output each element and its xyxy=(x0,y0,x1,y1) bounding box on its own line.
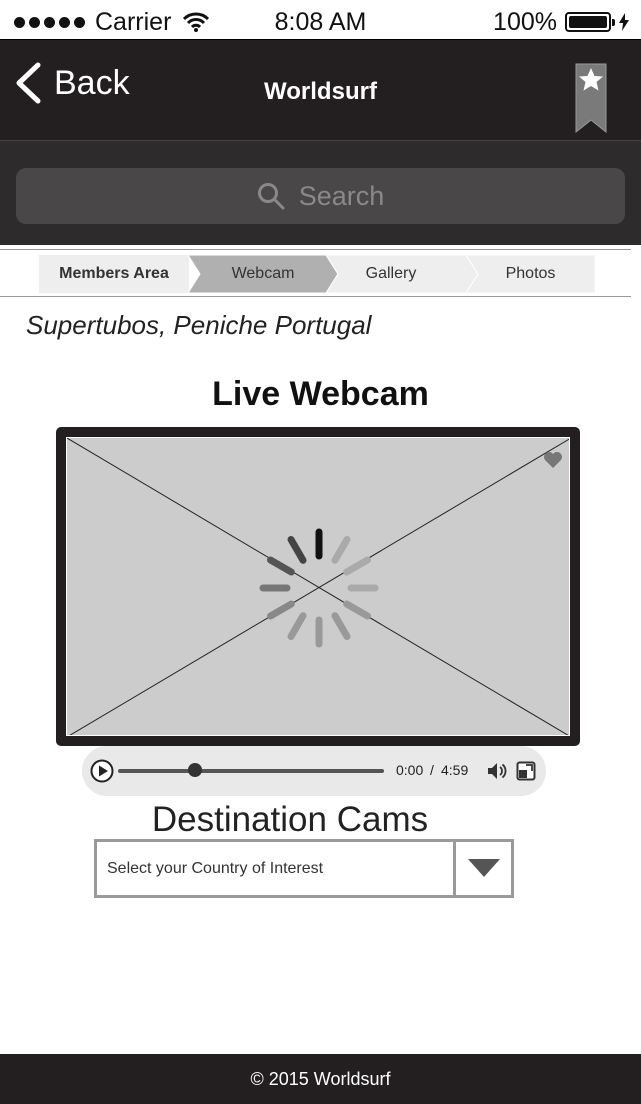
battery-icon xyxy=(565,12,615,32)
volume-icon[interactable] xyxy=(486,760,508,782)
search-input[interactable]: Search xyxy=(16,168,625,224)
play-icon[interactable] xyxy=(90,759,114,783)
tab-photos[interactable]: Photos xyxy=(466,255,595,293)
tab-gallery[interactable]: Gallery xyxy=(326,255,478,293)
progress-track[interactable] xyxy=(118,769,384,773)
time-separator: / xyxy=(430,762,434,778)
location-title: Supertubos, Peniche Portugal xyxy=(26,310,372,340)
current-time: 0:00 xyxy=(396,762,424,778)
dropdown-button[interactable] xyxy=(453,842,511,895)
tab-label: Gallery xyxy=(365,265,417,282)
tab-members-area[interactable]: Members Area xyxy=(39,255,189,293)
dropdown-arrow-icon xyxy=(468,859,500,877)
search-placeholder: Search xyxy=(298,180,385,211)
tab-label: Webcam xyxy=(231,265,295,282)
country-select[interactable]: Select your Country of Interest xyxy=(94,839,514,898)
destination-cams-title: Destination Cams xyxy=(151,800,429,839)
app-title: Worldsurf xyxy=(264,78,377,105)
progress-knob[interactable] xyxy=(188,763,203,777)
player-controls: 0:00 / 4:59 xyxy=(82,746,546,796)
breadcrumb-tabs: Members Area Webcam Gallery Photos xyxy=(0,249,631,297)
tab-label: Photos xyxy=(505,265,556,282)
tab-webcam[interactable]: Webcam xyxy=(188,255,338,293)
status-right: 100% xyxy=(493,8,629,36)
tab-label: Members Area xyxy=(59,265,169,282)
duration: 4:59 xyxy=(441,762,469,778)
country-select-value: Select your Country of Interest xyxy=(107,860,324,877)
loading-spinner-icon xyxy=(259,528,379,648)
webcam-title: Live Webcam xyxy=(212,375,429,413)
bookmark-star-icon[interactable] xyxy=(574,62,608,134)
charging-bolt-icon xyxy=(619,13,629,31)
search-icon xyxy=(257,183,285,210)
fullscreen-icon[interactable] xyxy=(516,761,536,781)
battery-percent: 100% xyxy=(493,7,557,36)
app-header: Back Worldsurf xyxy=(0,40,641,140)
footer: © 2015 Worldsurf xyxy=(0,1054,641,1104)
status-bar: Carrier 8:08 AM 100% xyxy=(0,0,641,42)
video-placeholder[interactable] xyxy=(66,437,570,736)
search-bar: Search xyxy=(0,140,641,245)
copyright: © 2015 Worldsurf xyxy=(250,1069,391,1089)
heart-icon[interactable] xyxy=(543,451,563,469)
webcam-player[interactable] xyxy=(56,427,580,746)
